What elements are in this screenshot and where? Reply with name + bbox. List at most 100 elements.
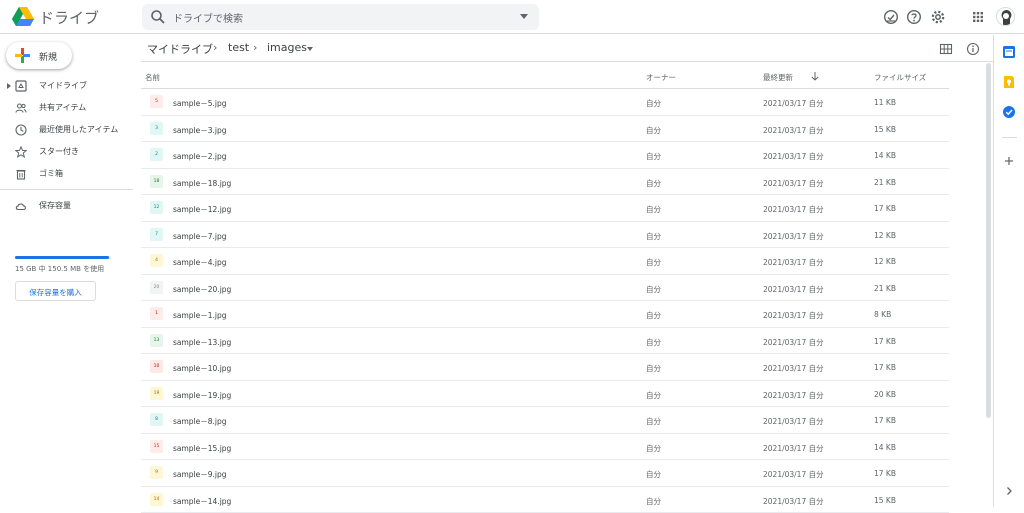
sidebar-item-trash[interactable]: ゴミ箱 [0,164,133,184]
file-row[interactable]: 13sample－13.jpg自分2021/03/17 自分17 KB [141,328,949,355]
help-icon[interactable] [906,9,922,25]
sidebar: 新規 マイドライブ 共有アイテム 最近使用したアイテム スター付き [0,35,133,507]
sidebar-item-my-drive[interactable]: マイドライブ [0,76,133,96]
file-row[interactable]: 18sample－18.jpg自分2021/03/17 自分21 KB [141,169,949,196]
file-owner: 自分 [646,178,661,189]
offline-status-icon[interactable] [883,9,899,25]
breadcrumb-my-drive[interactable]: マイドライブ [147,41,213,57]
sidebar-item-label: スター付き [39,146,79,157]
file-row[interactable]: 7sample－7.jpg自分2021/03/17 自分12 KB [141,222,949,249]
search-input[interactable]: ドライブで検索 [173,10,243,25]
tasks-icon[interactable] [1002,105,1016,119]
sidebar-item-label: 共有アイテム [39,102,86,113]
grid-view-icon[interactable] [939,42,953,56]
file-name: sample－13.jpg [173,337,231,348]
search-icon[interactable] [150,9,166,25]
file-modified: 2021/03/17 自分 [763,204,824,215]
trash-icon [15,168,27,180]
file-size: 12 KB [874,257,896,266]
file-row[interactable]: 4sample－4.jpg自分2021/03/17 自分12 KB [141,248,949,275]
file-row[interactable]: 3sample－3.jpg自分2021/03/17 自分15 KB [141,116,949,143]
side-panel [993,35,1024,507]
image-thumbnail-icon: 8 [150,413,163,426]
search-box[interactable]: ドライブで検索 [142,4,539,30]
add-addon-icon[interactable] [1002,154,1016,168]
file-name: sample－4.jpg [173,257,227,268]
file-size: 20 KB [874,390,896,399]
file-size: 14 KB [874,443,896,452]
file-row[interactable]: 2sample－2.jpg自分2021/03/17 自分14 KB [141,142,949,169]
column-modified[interactable]: 最終更新 [763,72,793,83]
settings-icon[interactable] [930,9,946,25]
file-row[interactable]: 20sample－20.jpg自分2021/03/17 自分21 KB [141,275,949,302]
sidebar-item-label: ゴミ箱 [39,168,63,179]
file-modified: 2021/03/17 自分 [763,231,824,242]
breadcrumb: マイドライブ › test › images [141,35,993,62]
account-avatar[interactable] [996,7,1015,26]
buy-storage-button[interactable]: 保存容量を購入 [15,281,96,301]
file-row[interactable]: 10sample－10.jpg自分2021/03/17 自分17 KB [141,354,949,381]
sidebar-item-recent[interactable]: 最近使用したアイテム [0,120,133,140]
file-row[interactable]: 12sample－12.jpg自分2021/03/17 自分17 KB [141,195,949,222]
file-name: sample－18.jpg [173,178,231,189]
file-row[interactable]: 14sample－14.jpg自分2021/03/17 自分15 KB [141,487,949,513]
plus-icon [15,48,30,63]
breadcrumb-separator-icon: › [253,41,257,54]
column-owner[interactable]: オーナー [646,72,676,83]
keep-icon[interactable] [1002,75,1016,89]
drive-logo-icon[interactable] [12,7,34,27]
image-thumbnail-icon: 18 [150,175,163,188]
file-size: 11 KB [874,98,896,107]
image-thumbnail-icon: 1 [150,307,163,320]
sidebar-item-shared[interactable]: 共有アイテム [0,98,133,118]
scrollbar-thumb[interactable] [986,63,991,418]
new-button[interactable]: 新規 [6,42,72,69]
file-size: 15 KB [874,496,896,505]
apps-grid-icon[interactable] [970,9,986,25]
image-thumbnail-icon: 13 [150,334,163,347]
file-owner: 自分 [646,337,661,348]
expand-caret-icon[interactable] [7,83,11,89]
file-row[interactable]: 19sample－19.jpg自分2021/03/17 自分20 KB [141,381,949,408]
file-row[interactable]: 8sample－8.jpg自分2021/03/17 自分17 KB [141,407,949,434]
sidebar-item-storage[interactable]: 保存容量 [0,196,133,216]
file-row[interactable]: 5sample－5.jpg自分2021/03/17 自分11 KB [141,89,949,116]
file-row[interactable]: 9sample－9.jpg自分2021/03/17 自分17 KB [141,460,949,487]
file-list-header: 名前 オーナー 最終更新 ファイルサイズ [141,63,949,89]
calendar-icon[interactable] [1002,45,1016,59]
file-owner: 自分 [646,231,661,242]
storage-usage-fill [15,256,109,259]
side-panel-divider [1002,137,1017,138]
file-row[interactable]: 1sample－1.jpg自分2021/03/17 自分8 KB [141,301,949,328]
file-modified: 2021/03/17 自分 [763,443,824,454]
file-name: sample－20.jpg [173,284,231,295]
image-thumbnail-icon: 15 [150,440,163,453]
file-owner: 自分 [646,257,661,268]
file-owner: 自分 [646,310,661,321]
breadcrumb-test[interactable]: test [228,41,249,54]
column-size[interactable]: ファイルサイズ [874,72,926,83]
search-options-caret-icon[interactable] [520,14,528,19]
info-icon[interactable] [966,42,980,56]
sort-descending-icon[interactable] [810,71,820,81]
file-name: sample－9.jpg [173,469,227,480]
file-row[interactable]: 15sample－15.jpg自分2021/03/17 自分14 KB [141,434,949,461]
main-content: マイドライブ › test › images 名前 オーナー 最終更新 ファイル… [141,35,993,507]
file-size: 21 KB [874,178,896,187]
folder-menu-caret-icon[interactable] [307,47,313,51]
file-size: 17 KB [874,363,896,372]
file-size: 17 KB [874,337,896,346]
file-name: sample－12.jpg [173,204,231,215]
sidebar-item-starred[interactable]: スター付き [0,142,133,162]
file-list: 5sample－5.jpg自分2021/03/17 自分11 KB3sample… [141,89,949,513]
buy-storage-label: 保存容量を購入 [16,287,95,298]
file-owner: 自分 [646,204,661,215]
file-modified: 2021/03/17 自分 [763,363,824,374]
breadcrumb-current-folder[interactable]: images [267,41,307,54]
file-owner: 自分 [646,469,661,480]
file-owner: 自分 [646,98,661,109]
file-name: sample－8.jpg [173,416,227,427]
expand-panel-icon[interactable] [1002,484,1016,498]
file-size: 14 KB [874,151,896,160]
column-name[interactable]: 名前 [145,72,160,83]
